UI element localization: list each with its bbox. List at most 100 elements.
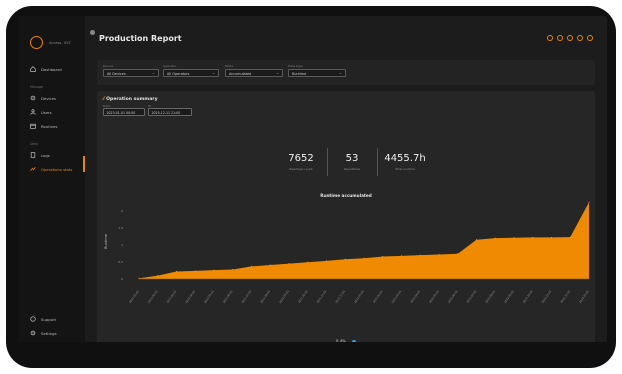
gear-icon xyxy=(30,95,36,101)
device-bottom-bezel xyxy=(19,342,607,358)
data-point xyxy=(213,269,215,271)
sidebar-item-label: Dashboard xyxy=(41,66,62,72)
chart-title: Runtime accumulated xyxy=(320,193,372,198)
power-icon[interactable] xyxy=(587,35,593,41)
brand[interactable]: Access, XYZ xyxy=(30,36,71,49)
filter-bar: Device All Devices ⌄ Operator All Operat… xyxy=(97,60,595,85)
sidebar-item-support[interactable]: Support xyxy=(30,316,56,322)
x-tick-label: 2022-11-01 xyxy=(540,289,552,304)
sidebar-toggle-icon[interactable] xyxy=(90,30,95,35)
help-icon[interactable] xyxy=(577,35,583,41)
sidebar-item-label: Operations stats xyxy=(41,166,73,172)
data-point xyxy=(326,260,327,262)
stat-total-runtime: 4455.7h Total runtime xyxy=(382,153,428,171)
operator-select[interactable]: All Operators ⌄ xyxy=(163,69,219,77)
sidebar-item-label: Support xyxy=(41,316,57,322)
data-point xyxy=(288,263,290,265)
sidebar-section-manage: Manage xyxy=(30,85,44,89)
user-icon[interactable] xyxy=(567,35,573,41)
sidebar-item-users[interactable]: Users xyxy=(30,109,52,115)
y-tick-label: 1.5 xyxy=(118,226,123,230)
data-point xyxy=(344,258,346,260)
sidebar-item-settings[interactable]: Settings xyxy=(30,330,57,336)
stat-readings-count: 7652 Readings count xyxy=(278,153,324,171)
x-tick-label: 2023-01-01 xyxy=(578,289,590,304)
runtime-area xyxy=(139,202,589,279)
x-tick-label: 2021-08-01 xyxy=(259,289,271,304)
chevron-down-icon: ⌄ xyxy=(211,71,215,75)
settings-icon xyxy=(30,330,36,336)
users-icon xyxy=(30,109,36,115)
log-icon xyxy=(30,152,36,158)
data-point xyxy=(419,254,421,256)
from-date-input[interactable]: 2023-01-01 00:00 xyxy=(103,108,145,116)
x-tick-label: 2021-09-01 xyxy=(278,289,290,304)
from-group: From 2023-01-01 00:00 xyxy=(103,104,145,116)
mode-select[interactable]: Accumulated ⌄ xyxy=(225,69,283,77)
notification-icon[interactable] xyxy=(547,35,553,41)
sidebar-item-devices[interactable]: Devices xyxy=(30,95,56,101)
device-select[interactable]: All Devices ⌄ xyxy=(103,69,159,77)
filter-mode: Mode Accumulated ⌄ xyxy=(225,64,283,77)
stat-operations: 53 Operations xyxy=(329,153,375,171)
home-icon xyxy=(30,66,36,72)
data-type-select[interactable]: Runtime ⌄ xyxy=(288,69,346,77)
runtime-area-chart: Runtime 0 0.5 1 1.5 2 2021-01-01 2021-02-01 2021… xyxy=(104,201,590,304)
filter-label: Device xyxy=(103,64,114,68)
x-tick-label: 2022-05-01 xyxy=(428,289,440,304)
x-tick-label: 2021-10-01 xyxy=(297,289,309,304)
x-tick-label: 2021-07-01 xyxy=(240,289,252,304)
data-point xyxy=(138,277,140,279)
x-tick-label: 2022-01-01 xyxy=(353,289,365,304)
active-indicator xyxy=(83,156,85,172)
filter-device: Device All Devices ⌄ xyxy=(103,64,159,77)
brand-logo-icon xyxy=(30,36,43,49)
page-title: Production Report xyxy=(99,34,182,43)
x-tick-label: 2021-03-01 xyxy=(165,289,177,304)
select-value: Accumulated xyxy=(229,71,252,76)
data-point xyxy=(476,239,477,241)
x-tick-label: 2022-09-01 xyxy=(503,289,515,304)
sidebar: Access, XYZ Dashboard Manage Devices Use… xyxy=(19,16,85,358)
card-title-text: Operation summary xyxy=(106,97,158,102)
stat-value: 7652 xyxy=(288,153,314,164)
sidebar-item-label: Settings xyxy=(41,330,57,336)
y-axis-label: Runtime xyxy=(104,233,108,249)
data-point xyxy=(232,268,234,270)
to-group: To 2025-12-11 21:00 xyxy=(148,104,192,116)
sidebar-item-label: Devices xyxy=(41,95,56,101)
data-point xyxy=(569,236,571,238)
stat-label: Operations xyxy=(343,167,361,171)
data-point xyxy=(363,257,365,259)
data-point xyxy=(157,275,159,277)
search-icon[interactable] xyxy=(557,35,563,41)
to-date-input[interactable]: 2025-12-11 21:00 xyxy=(148,108,192,116)
chart-small-icon: ⁄⁄ xyxy=(103,97,105,102)
data-point xyxy=(251,265,252,267)
x-tick-label: 2021-06-01 xyxy=(222,289,234,304)
chevron-down-icon: ⌄ xyxy=(338,71,342,75)
sidebar-item-logs[interactable]: Logs xyxy=(30,152,50,158)
x-tick-label: 2021-12-01 xyxy=(334,289,346,304)
sidebar-item-operations-stats[interactable]: Operations stats xyxy=(30,166,72,172)
data-point xyxy=(457,253,459,255)
sidebar-item-routines[interactable]: Routines xyxy=(30,123,57,129)
stat-label: Readings count xyxy=(289,167,313,171)
data-point xyxy=(551,236,552,238)
calendar-icon xyxy=(30,123,36,129)
stat-divider xyxy=(327,148,328,176)
sidebar-item-dashboard[interactable]: Dashboard xyxy=(30,66,62,72)
select-value: All Operators xyxy=(167,71,190,76)
x-tick-label: 2022-06-01 xyxy=(447,289,459,304)
filter-data-type: Data type Runtime ⌄ xyxy=(288,64,346,77)
x-tick-label: 2022-03-01 xyxy=(390,289,402,304)
card-title: ⁄⁄ Operation summary xyxy=(103,97,158,102)
x-tick-label: 2022-08-01 xyxy=(484,289,496,304)
x-tick-label: 2022-02-01 xyxy=(372,289,384,304)
x-tick-label: 2022-12-01 xyxy=(559,289,571,304)
x-tick-label: 2021-05-01 xyxy=(203,289,215,304)
x-tick-label: 2021-11-01 xyxy=(315,289,327,304)
header-actions xyxy=(547,35,593,41)
filter-label: Mode xyxy=(225,64,234,68)
select-value: All Devices xyxy=(107,71,126,76)
